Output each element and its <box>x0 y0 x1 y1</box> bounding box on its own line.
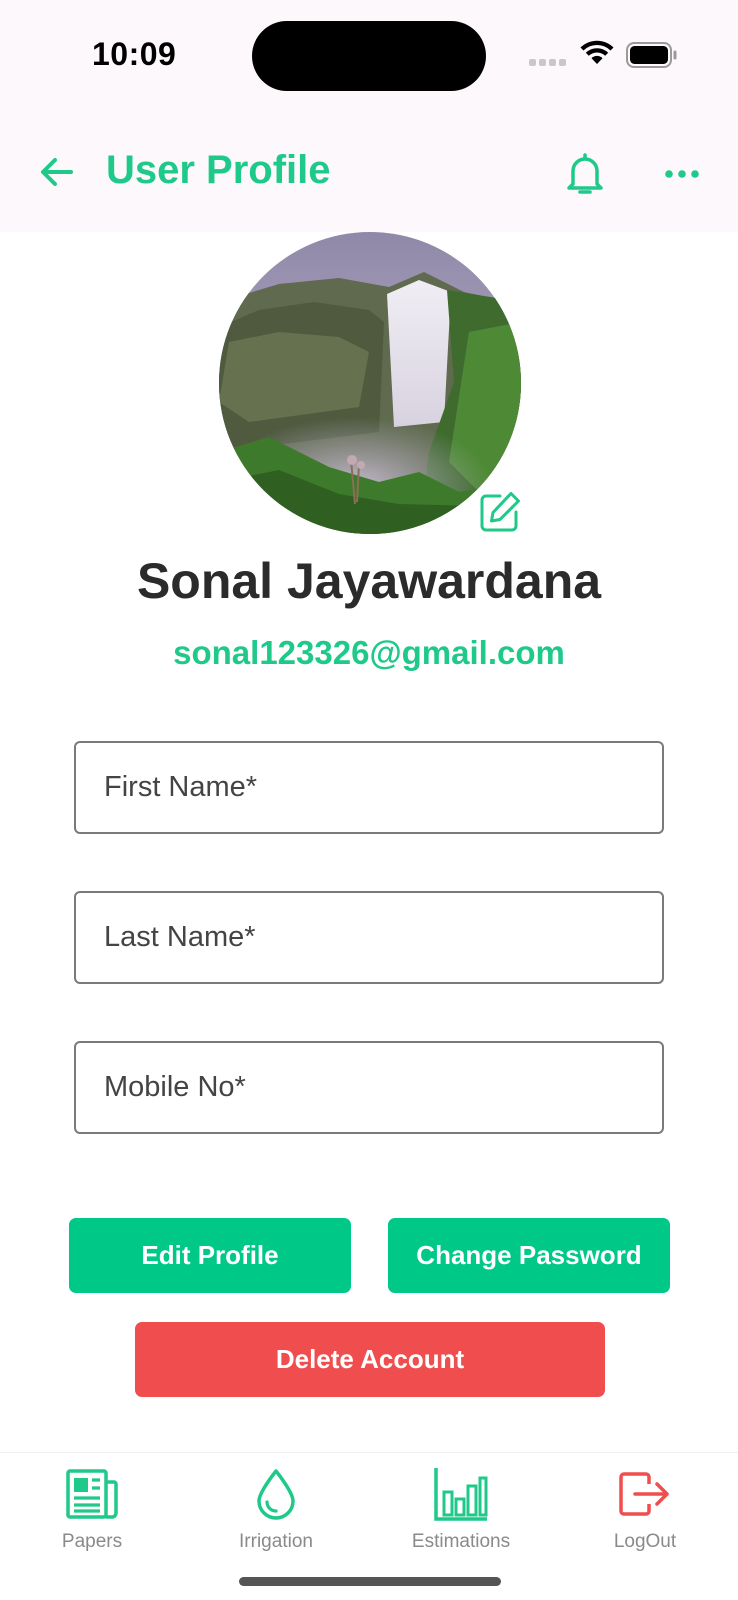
edit-profile-button[interactable]: Edit Profile <box>69 1218 351 1293</box>
app-bar: User Profile <box>0 120 738 232</box>
home-indicator <box>239 1577 501 1586</box>
nav-label-irrigation: Irrigation <box>239 1531 313 1552</box>
change-password-button[interactable]: Change Password <box>388 1218 670 1293</box>
notifications-button[interactable] <box>560 148 610 200</box>
delete-account-button[interactable]: Delete Account <box>135 1322 605 1397</box>
more-horizontal-icon <box>665 170 699 178</box>
edit-avatar-button[interactable] <box>478 490 522 534</box>
bar-chart-icon <box>431 1465 491 1523</box>
back-button[interactable] <box>34 150 78 194</box>
nav-label-logout: LogOut <box>613 1531 677 1552</box>
status-time: 10:09 <box>92 36 177 72</box>
cellular-signal-icon <box>529 59 566 66</box>
mobile-no-input[interactable] <box>74 1041 664 1134</box>
nav-item-irrigation[interactable]: Irrigation <box>201 1465 351 1565</box>
wifi-icon <box>580 40 614 64</box>
avatar-photo <box>219 232 521 534</box>
nav-item-papers[interactable]: Papers <box>17 1465 167 1565</box>
battery-icon <box>626 42 677 68</box>
bell-icon <box>567 153 603 194</box>
edit-square-icon <box>480 492 520 532</box>
page-title: User Profile <box>106 148 331 192</box>
nav-label-papers: Papers <box>61 1531 123 1552</box>
last-name-input[interactable] <box>74 891 664 984</box>
nav-label-estimations: Estimations <box>411 1531 511 1552</box>
avatar <box>219 232 521 534</box>
nav-item-logout[interactable]: LogOut <box>570 1465 720 1565</box>
logout-icon <box>615 1465 675 1523</box>
newspaper-icon <box>62 1465 122 1523</box>
profile-email: sonal123326@gmail.com <box>173 634 565 671</box>
profile-name: Sonal Jayawardana <box>136 553 602 609</box>
status-bar: 10:09 <box>0 0 738 120</box>
nav-item-estimations[interactable]: Estimations <box>386 1465 536 1565</box>
first-name-input[interactable] <box>74 741 664 834</box>
water-drop-icon <box>246 1465 306 1523</box>
more-options-button[interactable] <box>660 156 704 192</box>
dynamic-island <box>252 21 486 91</box>
arrow-left-icon <box>41 158 73 186</box>
